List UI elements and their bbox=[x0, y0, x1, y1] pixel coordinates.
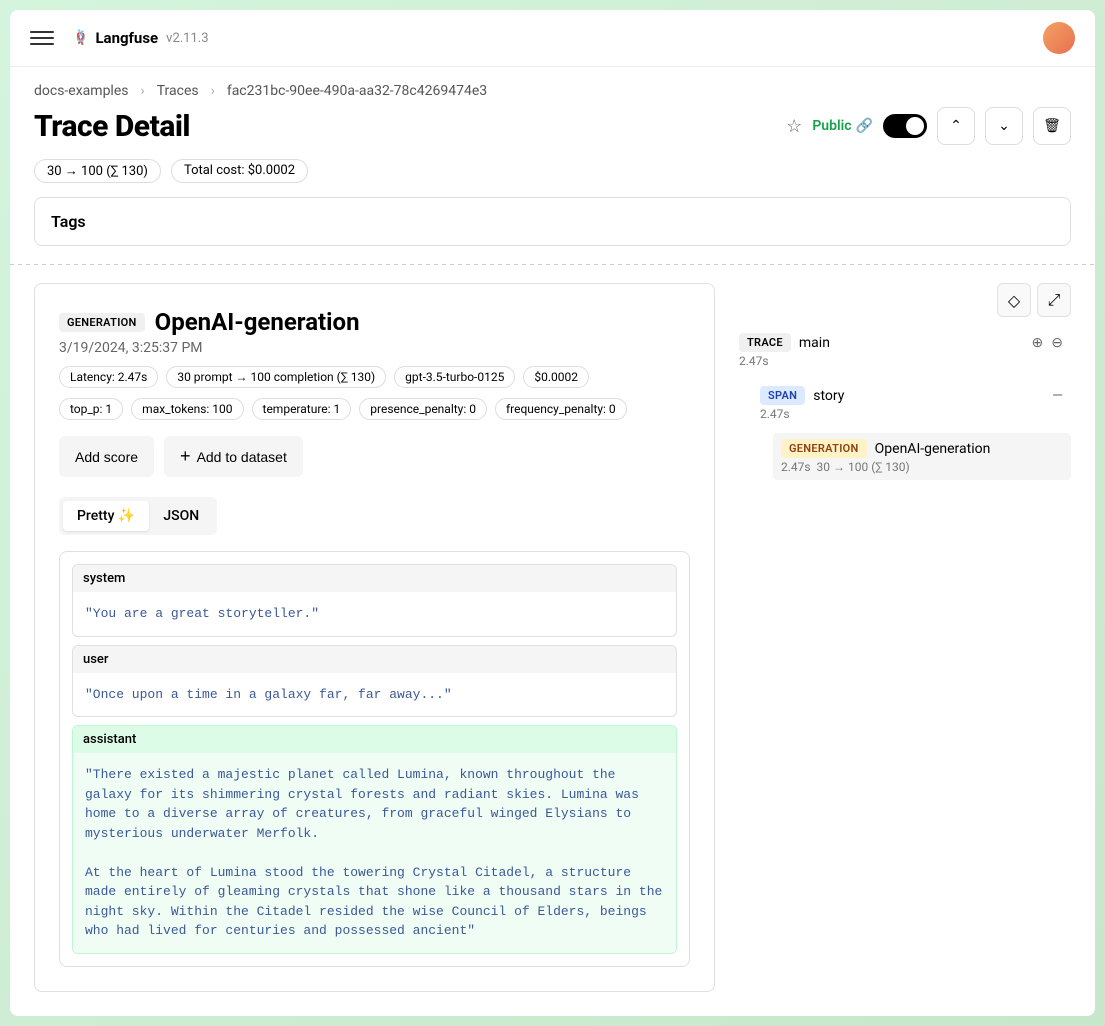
brand-name: Langfuse bbox=[95, 29, 158, 47]
generation-time: 2.47s bbox=[781, 460, 811, 474]
version-label: v2.11.3 bbox=[166, 31, 208, 46]
tab-pretty[interactable]: Pretty ✨ bbox=[63, 501, 149, 531]
span-badge: SPAN bbox=[760, 386, 805, 405]
presence-penalty-chip: presence_penalty: 0 bbox=[359, 398, 487, 420]
collapse-icon: ⤢ bbox=[1048, 290, 1061, 310]
menu-button[interactable] bbox=[30, 26, 54, 50]
trace-time: 2.47s bbox=[739, 354, 1063, 368]
message-role: system bbox=[73, 565, 676, 592]
minus-icon[interactable]: — bbox=[1052, 388, 1063, 404]
breadcrumb-trace-id[interactable]: fac231bc-90ee-490a-aa32-78c4269474e3 bbox=[227, 83, 487, 99]
chevron-up-icon: ⌃ bbox=[950, 118, 962, 134]
generation-timestamp: 3/19/2024, 3:25:37 PM bbox=[59, 340, 690, 356]
message-assistant: assistant "There existed a majestic plan… bbox=[72, 725, 677, 954]
tab-pretty-label: Pretty bbox=[77, 508, 114, 524]
temperature-chip: temperature: 1 bbox=[252, 398, 352, 420]
generation-name: OpenAI-generation bbox=[875, 441, 991, 457]
cost-chip: $0.0002 bbox=[523, 366, 589, 388]
latency-chip: Latency: 2.47s bbox=[59, 366, 158, 388]
plus-icon: + bbox=[180, 446, 191, 467]
span-time: 2.47s bbox=[760, 407, 1063, 421]
top-p-chip: top_p: 1 bbox=[59, 398, 123, 420]
generation-badge: GENERATION bbox=[781, 439, 867, 458]
add-score-button[interactable]: Add score bbox=[59, 436, 154, 477]
model-chip: gpt-3.5-turbo-0125 bbox=[394, 366, 515, 388]
remove-icon[interactable]: ⊖ bbox=[1051, 335, 1063, 351]
tags-section[interactable]: Tags bbox=[34, 197, 1071, 246]
tree-node-generation[interactable]: GENERATION OpenAI-generation 2.47s 30 → … bbox=[773, 433, 1071, 480]
trace-tree: ◇ ⤢ TRACE main ⊕ ⊖ 2.47s SPAN bbox=[731, 283, 1071, 992]
generation-badge: GENERATION bbox=[59, 313, 145, 332]
message-content: "There existed a majestic planet called … bbox=[73, 753, 676, 953]
breadcrumb-project[interactable]: docs-examples bbox=[34, 83, 128, 99]
tree-collapse-button[interactable]: ⤢ bbox=[1037, 283, 1071, 317]
link-icon: 🔗 bbox=[856, 118, 873, 134]
tree-node-span[interactable]: SPAN story — 2.47s bbox=[752, 380, 1071, 427]
add-to-dataset-button[interactable]: + Add to dataset bbox=[164, 436, 303, 477]
token-summary-pill: 30 → 100 (∑ 130) bbox=[34, 159, 161, 183]
message-system: system "You are a great storyteller." bbox=[72, 564, 677, 637]
span-name: story bbox=[813, 388, 844, 404]
generation-title: OpenAI-generation bbox=[155, 308, 360, 336]
message-content: "Once upon a time in a galaxy far, far a… bbox=[73, 673, 676, 717]
cost-summary-pill: Total cost: $0.0002 bbox=[171, 159, 308, 183]
trash-icon: 🗑 bbox=[1043, 118, 1061, 134]
tree-node-trace[interactable]: TRACE main ⊕ ⊖ 2.47s bbox=[731, 327, 1071, 374]
tokens-chip: 30 prompt → 100 completion (∑ 130) bbox=[166, 366, 386, 388]
chevron-right-icon: › bbox=[211, 83, 215, 99]
public-text: Public bbox=[812, 118, 851, 134]
breadcrumb: docs-examples › Traces › fac231bc-90ee-4… bbox=[10, 67, 1095, 99]
public-label[interactable]: Public 🔗 bbox=[812, 118, 873, 134]
logo-icon: 🪢 bbox=[72, 30, 89, 46]
avatar[interactable] bbox=[1043, 22, 1075, 54]
add-dataset-label: Add to dataset bbox=[197, 449, 287, 465]
frequency-penalty-chip: frequency_penalty: 0 bbox=[495, 398, 627, 420]
trace-name: main bbox=[799, 335, 830, 351]
tree-scores-button[interactable]: ◇ bbox=[997, 283, 1031, 317]
max-tokens-chip: max_tokens: 100 bbox=[131, 398, 243, 420]
tab-json[interactable]: JSON bbox=[149, 501, 213, 531]
badge-icon: ◇ bbox=[1008, 291, 1020, 310]
message-role: user bbox=[73, 646, 676, 673]
message-content: "You are a great storyteller." bbox=[73, 592, 676, 636]
delete-button[interactable]: 🗑 bbox=[1033, 107, 1071, 145]
message-role: assistant bbox=[73, 726, 676, 753]
public-toggle[interactable] bbox=[883, 114, 927, 138]
next-button[interactable]: ⌄ bbox=[985, 107, 1023, 145]
star-icon[interactable]: ☆ bbox=[786, 116, 802, 137]
trace-badge: TRACE bbox=[739, 333, 791, 352]
chevron-right-icon: › bbox=[140, 83, 144, 99]
generation-tokens: 30 → 100 (∑ 130) bbox=[817, 460, 910, 474]
generation-card: GENERATION OpenAI-generation 3/19/2024, … bbox=[34, 283, 715, 992]
page-title: Trace Detail bbox=[34, 109, 190, 144]
message-user: user "Once upon a time in a galaxy far, … bbox=[72, 645, 677, 718]
add-icon[interactable]: ⊕ bbox=[1032, 335, 1044, 351]
sparkles-icon: ✨ bbox=[118, 508, 135, 524]
prev-button[interactable]: ⌃ bbox=[937, 107, 975, 145]
chevron-down-icon: ⌄ bbox=[998, 118, 1010, 134]
breadcrumb-traces[interactable]: Traces bbox=[157, 83, 199, 99]
